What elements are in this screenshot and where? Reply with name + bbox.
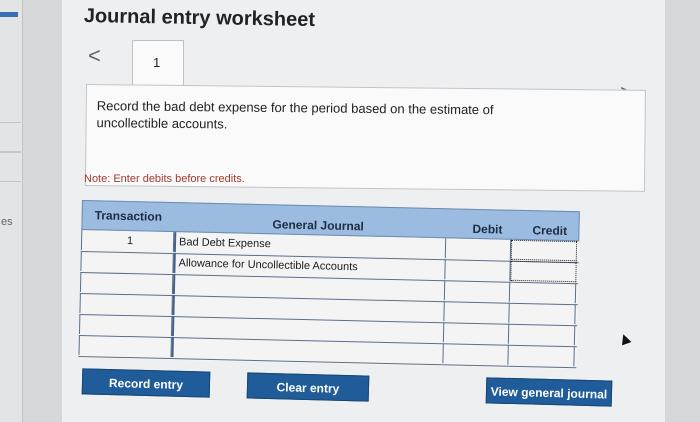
debit-input[interactable] [443,322,510,344]
sidebar-partial-label: es [1,216,13,228]
debit-input[interactable] [445,259,511,281]
transaction-cell [80,250,174,274]
debit-input[interactable] [444,280,511,302]
left-sidebar: es [0,0,23,422]
transaction-cell [79,271,174,295]
transaction-cell: 1 [80,229,175,253]
credit-input[interactable] [509,302,576,325]
tab-entry-1[interactable]: 1 [132,40,184,85]
transaction-cell [79,292,173,316]
previous-entry-button[interactable]: < [88,43,101,69]
credit-header: Credit [532,223,568,239]
debit-input[interactable] [444,301,510,323]
credit-input[interactable] [508,344,575,367]
sidebar-item[interactable] [0,122,21,152]
credit-input[interactable] [510,239,578,262]
debit-header: Debit [472,221,503,237]
credit-input[interactable] [510,260,577,283]
debit-input[interactable] [445,238,512,260]
journal-table: Transaction General Journal Debit Credit… [78,200,580,370]
transaction-header: Transaction [94,208,163,224]
note-text: Note: Enter debits before credits. [84,173,245,185]
general-journal-header: General Journal [272,217,365,234]
sidebar-accent [0,12,18,17]
page-title: Journal entry worksheet [83,5,316,32]
credit-input[interactable] [509,281,577,304]
clear-entry-button[interactable]: Clear entry [246,372,370,402]
debit-input[interactable] [443,343,509,365]
credit-input[interactable] [508,323,576,346]
transaction-cell [78,334,172,358]
instruction-text: Record the bad debt expense for the peri… [96,98,494,132]
record-entry-button[interactable]: Record entry [81,368,211,398]
transaction-cell [78,313,173,337]
view-general-journal-button[interactable]: View general journal [485,377,613,407]
tab-label: 1 [153,55,161,70]
sidebar-item[interactable] [0,152,21,182]
